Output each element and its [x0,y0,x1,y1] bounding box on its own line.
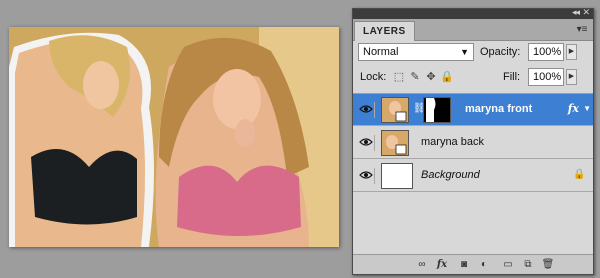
link-layers-icon[interactable]: ∞ [415,258,429,272]
layer-lock-icon: 🔒 [573,169,586,180]
adjustment-layer-icon[interactable]: ◐ [477,258,491,272]
add-style-icon[interactable]: fx [435,258,449,272]
expand-effects-icon[interactable]: ▼ [583,104,591,113]
add-mask-icon[interactable]: ◙ [457,258,471,272]
tab-layers[interactable]: LAYERS [354,21,415,41]
dropdown-arrow-icon: ▼ [460,47,469,57]
layer-thumbnail[interactable] [381,97,409,123]
fill-slider-button[interactable]: ▶ [566,69,577,85]
lock-transparent-icon[interactable]: ⬚ [392,70,406,84]
layer-name[interactable]: maryna back [421,136,484,148]
layers-list: ⛓ maryna front fx ▼ maryna back Backgrou… [353,94,593,246]
lock-label: Lock: [360,71,387,83]
layer-row-maryna-front[interactable]: ⛓ maryna front fx ▼ [353,94,593,126]
delete-layer-icon[interactable]: 🗑 [541,258,555,272]
layer-row-background[interactable]: Background 🔒 [353,160,593,192]
opacity-label: Opacity: [480,46,521,58]
fill-input[interactable]: 100% [528,68,564,86]
thumbnail-image [382,131,408,155]
lock-move-icon[interactable]: ✥ [424,70,438,84]
fx-icon[interactable]: fx [568,102,579,115]
thumbnail-image [382,98,408,122]
close-icon[interactable]: ✕ [582,7,590,18]
layer-thumbnail[interactable] [381,130,409,156]
visibility-toggle[interactable] [357,168,375,184]
collapse-icon[interactable]: ◂◂ [572,7,580,18]
layer-name[interactable]: Background [421,169,480,181]
new-group-icon[interactable]: ▭ [501,258,515,272]
panel-titlebar: ◂◂ ✕ [353,7,593,19]
opacity-input[interactable]: 100% [528,43,564,61]
canvas-image [9,27,339,247]
mask-thumbnail[interactable] [423,97,451,123]
layers-panel: ◂◂ ✕ LAYERS ▾≡ Normal ▼ Opacity: 100% ▶ … [352,7,594,275]
visibility-toggle[interactable] [357,102,375,118]
lock-paint-icon[interactable]: ✎ [408,70,422,84]
blend-mode-select[interactable]: Normal ▼ [358,43,474,61]
visibility-toggle[interactable] [357,135,375,151]
layer-thumbnail[interactable] [381,163,413,189]
opacity-slider-button[interactable]: ▶ [566,44,577,60]
mask-image [424,98,450,122]
panel-tab-row: LAYERS ▾≡ [353,19,593,41]
fill-label: Fill: [503,71,521,83]
lock-all-icon[interactable]: 🔒 [440,70,454,84]
layer-name[interactable]: maryna front [465,103,532,115]
eye-icon [359,171,373,179]
panel-menu-icon[interactable]: ▾≡ [575,24,589,36]
layer-row-maryna-back[interactable]: maryna back [353,127,593,159]
document-canvas[interactable] [9,27,339,247]
blend-mode-value: Normal [363,46,399,58]
panel-bottom-bar: ∞ fx ◙ ◐ ▭ ⧉ 🗑 [353,254,593,274]
new-layer-icon[interactable]: ⧉ [521,258,535,272]
eye-icon [359,138,373,146]
eye-icon [359,105,373,113]
